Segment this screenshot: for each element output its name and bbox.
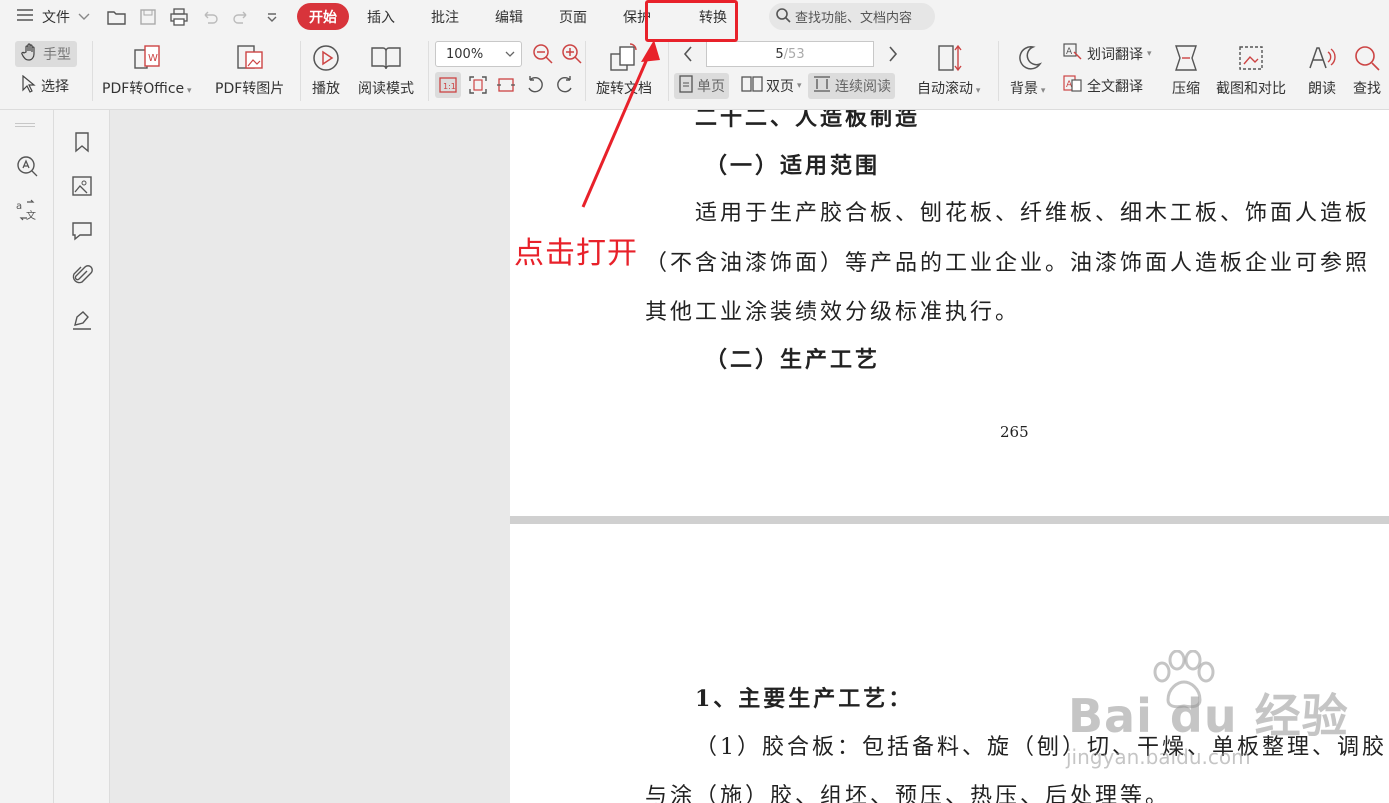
annotation-text: 点击打开 [514, 236, 638, 271]
watermark-main-text: Bai du 经验 [1068, 689, 1349, 743]
watermark-url: jingyan.baidu.com [1066, 745, 1251, 769]
watermark: Bai du 经验 jingyan.baidu.com [1060, 650, 1360, 780]
pdf-reader-window: 文件 开始 插入 批注 编辑 页面 保护 转换 查找功能、文档内容 手型 选择 … [0, 0, 1389, 803]
